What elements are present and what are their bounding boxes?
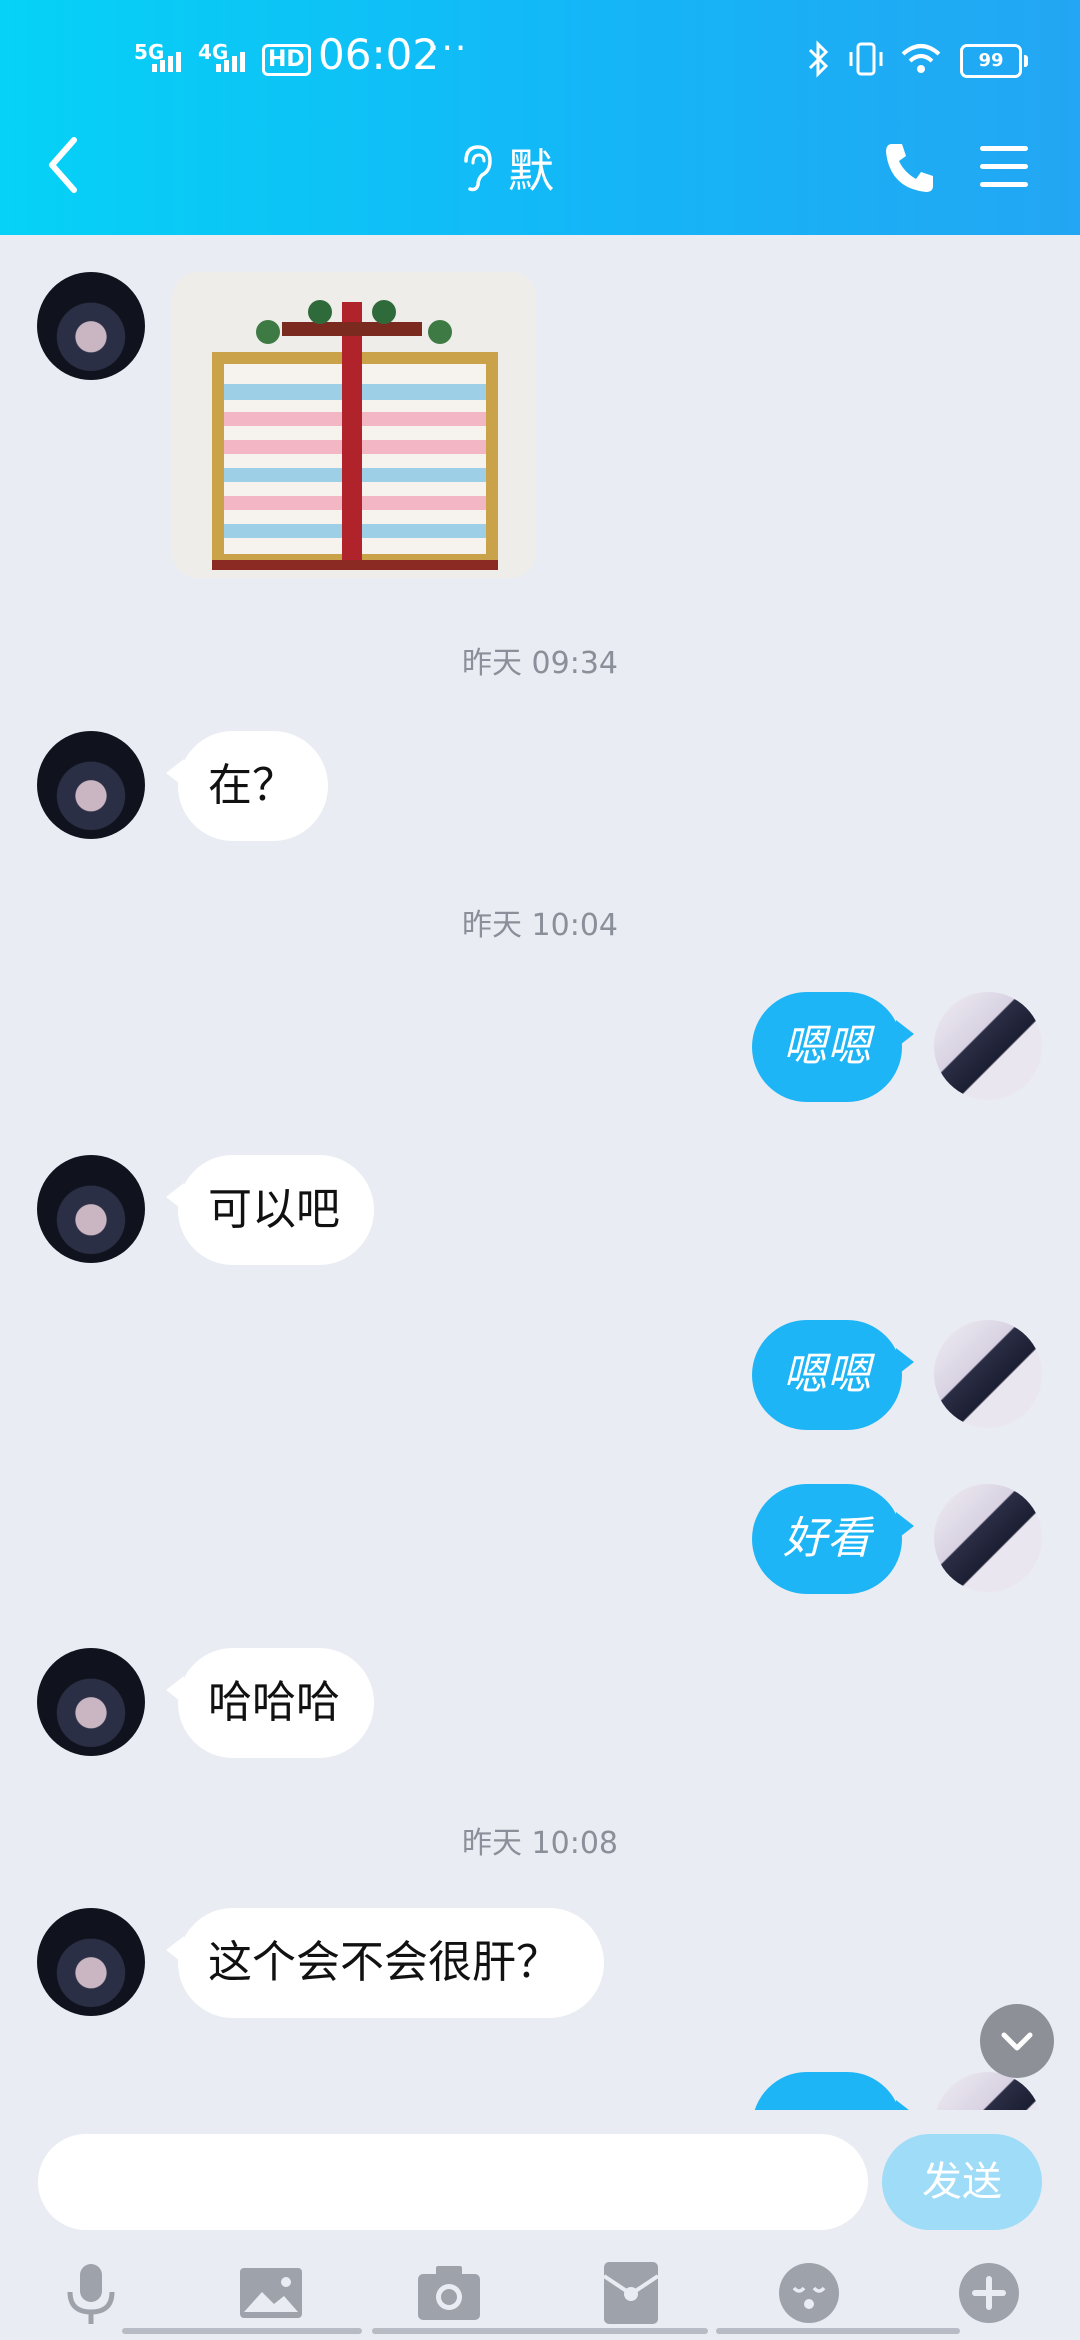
red-packet-icon[interactable] bbox=[596, 2258, 666, 2328]
vibrate-icon bbox=[849, 42, 883, 76]
input-area: 发送 bbox=[0, 2110, 1080, 2340]
status-bar: 5G 4G HD 06:02 ··· 99 bbox=[0, 0, 1080, 120]
my-avatar[interactable] bbox=[934, 1320, 1042, 1428]
incoming-message[interactable]: 在？ bbox=[166, 731, 328, 841]
contact-avatar[interactable] bbox=[37, 1908, 145, 2016]
outgoing-message[interactable]: 好看 bbox=[752, 1484, 914, 1594]
scroll-to-bottom-button[interactable] bbox=[980, 2004, 1054, 2078]
plus-icon[interactable] bbox=[954, 2258, 1024, 2328]
toolbar bbox=[0, 2250, 1080, 2340]
chat-header: 5G 4G HD 06:02 ··· 99 默 bbox=[0, 0, 1080, 235]
gesture-bar bbox=[372, 2328, 708, 2334]
signal-icon bbox=[152, 52, 181, 72]
message-input[interactable] bbox=[38, 2134, 868, 2230]
wifi-icon bbox=[901, 44, 941, 73]
incoming-message[interactable]: 可以吧 bbox=[166, 1155, 374, 1265]
hd-voice-badge: HD bbox=[262, 44, 311, 76]
timestamp: 昨天 10:08 bbox=[462, 1826, 618, 1861]
shared-image-thumbnail bbox=[172, 272, 536, 578]
send-button[interactable]: 发送 bbox=[882, 2134, 1042, 2230]
my-avatar[interactable] bbox=[934, 992, 1042, 1100]
contact-avatar[interactable] bbox=[37, 1155, 145, 1263]
gesture-bar bbox=[716, 2328, 960, 2334]
camera-icon[interactable] bbox=[414, 2258, 484, 2328]
timestamp: 昨天 10:04 bbox=[462, 908, 618, 943]
image-icon[interactable] bbox=[236, 2258, 306, 2328]
image-message[interactable] bbox=[172, 272, 536, 578]
incoming-message[interactable]: 哈哈哈 bbox=[166, 1648, 374, 1758]
page-title: 默 bbox=[508, 144, 554, 198]
timestamp: 昨天 09:34 bbox=[462, 646, 618, 681]
outgoing-message[interactable]: 嗯嗯 bbox=[752, 1320, 914, 1430]
gesture-bar bbox=[122, 2328, 362, 2334]
incoming-message[interactable]: 这个会不会很肝？ bbox=[166, 1908, 604, 2018]
menu-icon[interactable] bbox=[978, 142, 1030, 192]
battery-indicator: 99 bbox=[960, 44, 1028, 78]
more-notifications-icon: ··· bbox=[428, 28, 469, 69]
chevron-left-icon[interactable] bbox=[40, 130, 90, 200]
my-avatar[interactable] bbox=[934, 1484, 1042, 1592]
phone-icon[interactable] bbox=[880, 138, 940, 198]
contact-avatar[interactable] bbox=[37, 1648, 145, 1756]
emoji-icon[interactable] bbox=[774, 2258, 844, 2328]
signal-icon-2 bbox=[216, 52, 245, 72]
microphone-icon[interactable] bbox=[56, 2258, 126, 2328]
ear-icon bbox=[464, 145, 492, 192]
outgoing-message[interactable]: 嗯嗯 bbox=[752, 992, 914, 1102]
clock: 06:02 bbox=[318, 30, 440, 79]
contact-title[interactable]: 默 bbox=[458, 138, 554, 198]
contact-avatar[interactable] bbox=[37, 272, 145, 380]
bluetooth-icon bbox=[808, 40, 829, 78]
contact-avatar[interactable] bbox=[37, 731, 145, 839]
